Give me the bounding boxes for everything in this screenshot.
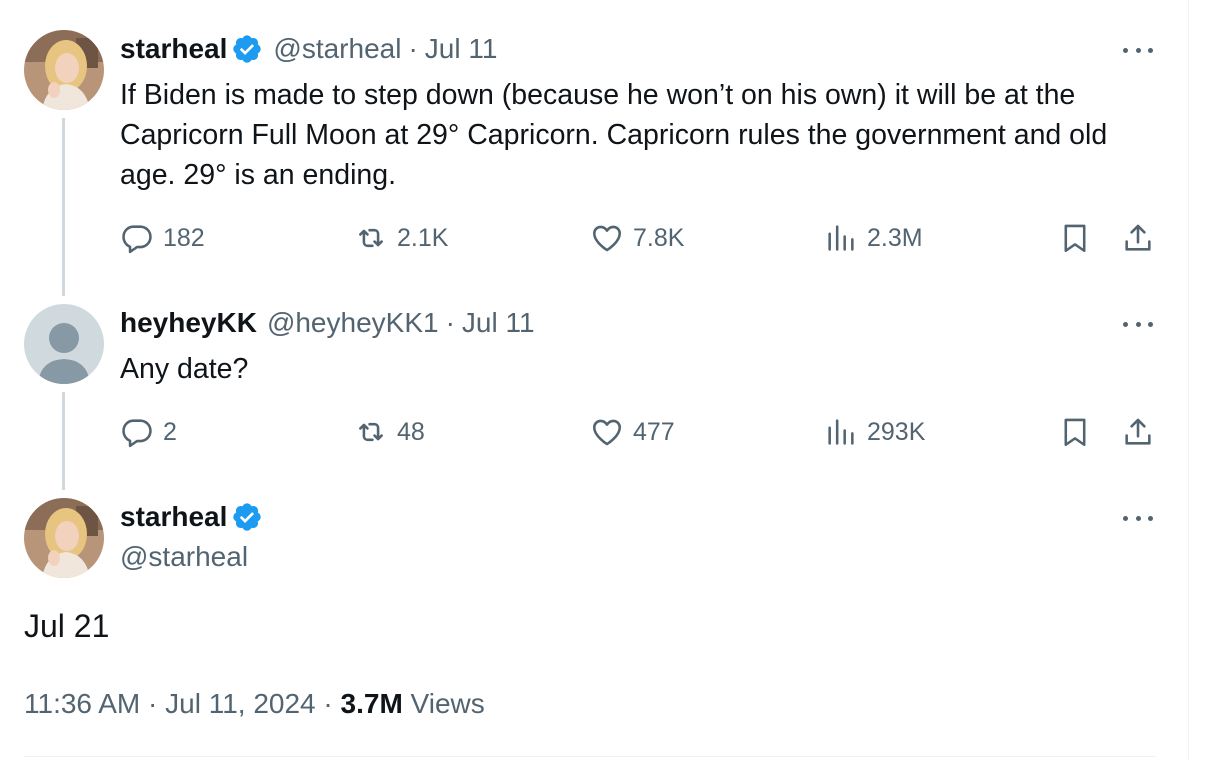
separator-dot: · xyxy=(408,33,418,64)
thread-line xyxy=(62,392,65,490)
author-handle[interactable]: @heyheyKK1 xyxy=(267,307,439,339)
tweet-meta: 11:36 AM · Jul 11, 2024 · 3.7M Views xyxy=(24,688,485,720)
tweet-time[interactable]: 11:36 AM xyxy=(24,688,140,719)
main-tweet-text: Jul 21 xyxy=(24,608,110,644)
reply-icon xyxy=(122,225,152,254)
more-dots-icon[interactable] xyxy=(1120,40,1156,60)
author-name[interactable]: starheal xyxy=(120,501,227,533)
tweet-text: Any date? xyxy=(120,353,249,385)
author-handle[interactable]: @starheal xyxy=(120,541,248,573)
author-handle[interactable]: @starheal xyxy=(273,33,401,65)
repost-icon xyxy=(359,422,383,442)
views-button[interactable]: 2.3M xyxy=(824,221,923,255)
like-button[interactable]: 477 xyxy=(590,415,675,449)
share-icon[interactable] xyxy=(1121,221,1155,255)
like-count: 477 xyxy=(633,417,675,446)
reply-button[interactable]: 2 xyxy=(120,415,177,449)
repost-icon xyxy=(359,228,383,248)
reply-button[interactable]: 182 xyxy=(120,221,205,255)
tweet-date[interactable]: Jul 11 xyxy=(425,33,498,65)
more-dots-icon[interactable] xyxy=(1120,314,1156,334)
repost-button[interactable]: 48 xyxy=(354,415,425,449)
column-border xyxy=(1188,0,1189,760)
repost-count: 48 xyxy=(397,417,425,446)
tweet1-header: starheal @starheal · Jul 11 xyxy=(120,33,497,65)
heart-icon xyxy=(592,419,622,446)
tweet-text: If Biden is made to step down (because h… xyxy=(120,79,1108,191)
like-button[interactable]: 7.8K xyxy=(590,221,684,255)
author-name[interactable]: starheal xyxy=(120,33,227,65)
reply-count: 182 xyxy=(163,223,205,252)
reply-icon xyxy=(122,419,152,448)
like-count: 7.8K xyxy=(633,223,685,252)
avatar-heyheykk[interactable] xyxy=(24,304,104,384)
verified-badge-icon xyxy=(231,501,263,533)
repost-count: 2.1K xyxy=(397,223,449,252)
views-chart-icon xyxy=(828,225,854,251)
views-count: 3.7M xyxy=(340,688,403,719)
bookmark-icon[interactable] xyxy=(1058,415,1092,449)
author-name[interactable]: heyheyKK xyxy=(120,307,257,339)
repost-button[interactable]: 2.1K xyxy=(354,221,448,255)
separator-dot: · xyxy=(148,688,158,719)
share-icon[interactable] xyxy=(1121,415,1155,449)
thread-line xyxy=(62,118,65,296)
separator-dot: · xyxy=(323,688,333,719)
heart-icon xyxy=(592,225,622,252)
tweet-date[interactable]: Jul 11 xyxy=(462,307,535,339)
views-label: Views xyxy=(410,688,485,719)
tweet2-header: heyheyKK @heyheyKK1 · Jul 11 xyxy=(120,307,535,339)
views-count: 293K xyxy=(867,417,926,446)
views-count: 2.3M xyxy=(867,223,923,252)
main-tweet-header: starheal xyxy=(120,501,263,533)
bookmark-icon[interactable] xyxy=(1058,221,1092,255)
views-button[interactable]: 293K xyxy=(824,415,925,449)
views-chart-icon xyxy=(828,419,854,445)
more-dots-icon[interactable] xyxy=(1120,508,1156,528)
divider xyxy=(24,756,1156,757)
avatar-starheal[interactable] xyxy=(24,498,104,578)
avatar-starheal[interactable] xyxy=(24,30,104,110)
verified-badge-icon xyxy=(231,33,263,65)
separator-dot: · xyxy=(445,307,455,338)
reply-count: 2 xyxy=(163,417,177,446)
tweet-full-date[interactable]: Jul 11, 2024 xyxy=(165,688,316,719)
